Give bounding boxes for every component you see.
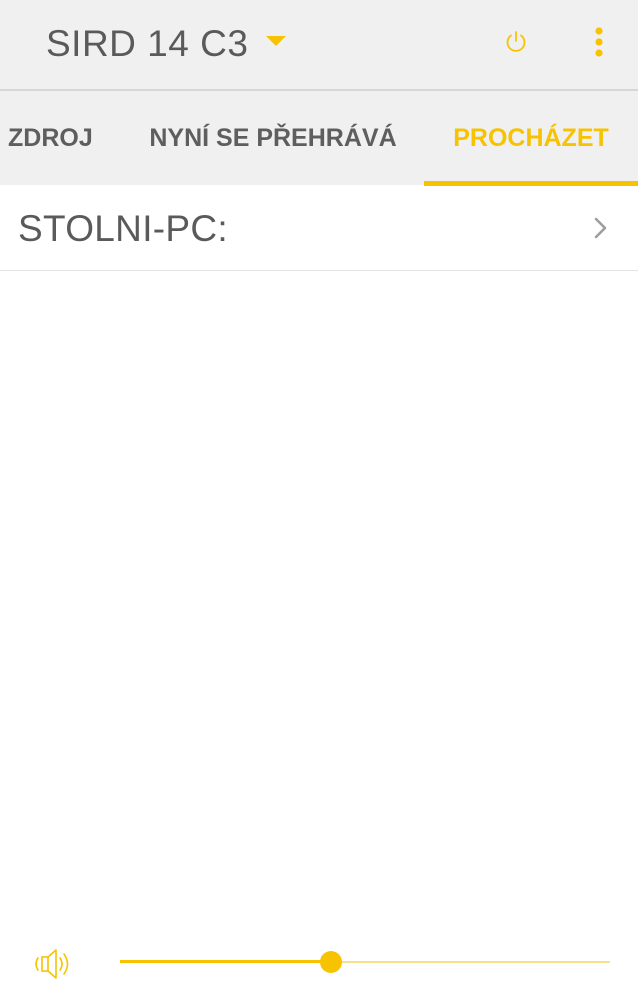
tab-browse[interactable]: PROCHÁZET [424, 91, 638, 185]
more-vert-icon [595, 27, 603, 57]
list-item[interactable]: STOLNI-PC: [0, 186, 638, 271]
device-selector[interactable]: SIRD 14 C3 [46, 18, 287, 70]
volume-icon[interactable] [32, 945, 74, 983]
top-app-bar: SIRD 14 C3 [0, 0, 638, 91]
app-root: SIRD 14 C3 ZDROJ NYNÍ SE PŘEHRÁVÁ PROCHÁ… [0, 0, 638, 1000]
power-icon [506, 31, 526, 52]
device-name: SIRD 14 C3 [46, 23, 249, 64]
power-button[interactable] [498, 24, 534, 60]
volume-slider[interactable] [120, 935, 610, 991]
browse-list: STOLNI-PC: [0, 186, 638, 271]
caret-down-icon [266, 36, 287, 46]
volume-bar [0, 935, 638, 995]
list-item-label: STOLNI-PC: [18, 208, 228, 249]
chevron-right-icon [594, 217, 607, 239]
volume-slider-fill [120, 960, 331, 963]
tab-now-playing[interactable]: NYNÍ SE PŘEHRÁVÁ [118, 91, 428, 185]
volume-slider-thumb[interactable] [319, 951, 342, 973]
tab-source[interactable]: ZDROJ [0, 91, 100, 185]
more-options-button[interactable] [582, 22, 616, 62]
tab-bar: ZDROJ NYNÍ SE PŘEHRÁVÁ PROCHÁZET [0, 91, 638, 185]
